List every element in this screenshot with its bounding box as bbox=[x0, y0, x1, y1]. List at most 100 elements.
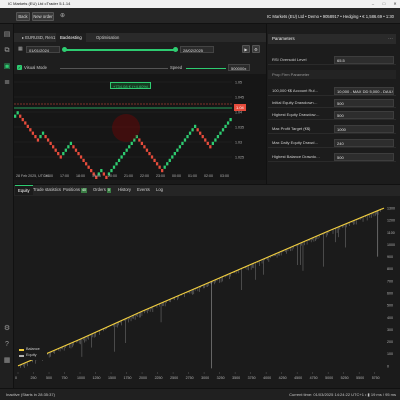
tab-trade-statistics[interactable]: Trade statistics bbox=[30, 185, 64, 195]
renko-brick bbox=[84, 162, 88, 166]
renko-brick bbox=[173, 152, 176, 156]
start-date-field[interactable]: 01/01/2024 bbox=[26, 46, 60, 53]
time-axis-label: 01:00 bbox=[188, 174, 197, 178]
renko-brick bbox=[204, 138, 207, 142]
time-axis-label: 23:00 bbox=[156, 174, 165, 178]
tab-log[interactable]: Log bbox=[153, 185, 166, 195]
param-label: Initial Equity Drawdown… bbox=[272, 100, 318, 105]
tab-positions[interactable]: Positions 40 bbox=[60, 185, 90, 195]
equity-legend-label: Equity bbox=[26, 353, 37, 357]
time-axis-label: 22:00 bbox=[140, 174, 149, 178]
renko-brick bbox=[64, 148, 67, 152]
status-right: Current time: 01/03/2025 14:24:22 UTC+1 … bbox=[289, 392, 396, 397]
x-tick-label: 4250 bbox=[279, 376, 287, 380]
param-value-field[interactable]: 10,000 - MAX DD 5,000 - DAILY DD bbox=[334, 87, 394, 95]
param-label: RSI Oversold Level bbox=[272, 57, 307, 62]
param-label: Highest Equity Drawdow… bbox=[272, 112, 320, 117]
param-value-field[interactable]: 500 bbox=[334, 99, 394, 107]
bot-settings-button[interactable]: ⚙ bbox=[252, 45, 260, 53]
price-axis-label: 1.025 bbox=[235, 156, 244, 160]
y-tick-label: 600 bbox=[387, 291, 393, 295]
date-range-slider-fill[interactable] bbox=[64, 49, 174, 51]
x-tick-label: 500 bbox=[46, 376, 52, 380]
symbol-search-icon[interactable]: ⊕ bbox=[58, 12, 67, 21]
layout-icon[interactable]: ▦ bbox=[2, 356, 12, 366]
param-row: Highest Balance Drawdo… 500 bbox=[268, 152, 396, 162]
x-tick-label: 5500 bbox=[356, 376, 364, 380]
x-tick-label: 1500 bbox=[108, 376, 116, 380]
settings-icon[interactable]: ⚙ bbox=[2, 324, 12, 334]
renko-brick bbox=[29, 128, 32, 132]
date-range-end-handle[interactable] bbox=[173, 47, 178, 52]
renko-brick bbox=[57, 152, 60, 156]
speed-track[interactable] bbox=[60, 68, 168, 69]
instance-tabs: ▸ EURUSD, Ren1 Backtesting Optimisation bbox=[14, 33, 266, 42]
renko-brick bbox=[110, 169, 113, 173]
maximize-icon[interactable]: □ bbox=[379, 0, 389, 8]
analyze-icon[interactable]: ≣ bbox=[2, 78, 12, 88]
tab-history[interactable]: History bbox=[115, 185, 134, 195]
param-row: RSI Oversold Level 65.5 bbox=[268, 55, 396, 65]
renko-brick bbox=[123, 152, 126, 156]
x-tick-label: 3750 bbox=[248, 376, 256, 380]
algo-icon[interactable]: ▣ bbox=[2, 62, 12, 72]
equity-chart[interactable]: 1300 1200 1100 1000 900 800 700 600 500 400 300 200… bbox=[14, 196, 400, 388]
price-axis-label: 1.03 bbox=[235, 141, 242, 145]
renko-brick bbox=[102, 172, 106, 176]
renko-brick bbox=[24, 121, 27, 125]
renko-brick bbox=[52, 145, 55, 149]
y-tick-label: 1000 bbox=[387, 243, 395, 247]
renko-brick bbox=[120, 155, 123, 159]
status-left: Inactive (Starts in 28:35:37) bbox=[6, 392, 55, 397]
new-order-button[interactable]: New order bbox=[32, 12, 54, 21]
tab-symbol[interactable]: ▸ EURUSD, Ren1 bbox=[18, 33, 59, 42]
help-icon[interactable]: ? bbox=[2, 340, 12, 350]
renko-brick bbox=[193, 124, 197, 128]
date-range-start-handle[interactable] bbox=[62, 47, 67, 52]
end-date-field[interactable]: 28/02/2025 bbox=[180, 46, 214, 53]
renko-brick bbox=[188, 131, 192, 135]
minimize-icon[interactable]: – bbox=[368, 0, 378, 8]
renko-brick bbox=[209, 145, 212, 149]
x-tick-label: 1750 bbox=[124, 376, 132, 380]
tab-optimisation[interactable]: Optimisation bbox=[92, 33, 123, 42]
y-tick-label: 300 bbox=[387, 328, 393, 332]
tab-events[interactable]: Events bbox=[134, 185, 153, 195]
balance-legend-label: Balance bbox=[26, 347, 40, 351]
y-tick-label: 800 bbox=[387, 267, 393, 271]
visual-mode-label: Visual Mode bbox=[24, 65, 47, 70]
account-info[interactable]: IC Markets (EU) Ltd • Demo • 9058917 • H… bbox=[267, 12, 394, 21]
renko-brick bbox=[26, 124, 29, 128]
speed-value-field[interactable]: 500000x bbox=[228, 64, 250, 71]
panel-menu-icon[interactable]: ⋯ bbox=[388, 36, 396, 42]
renko-brick bbox=[31, 131, 35, 135]
trade-icon[interactable]: ▤ bbox=[2, 30, 12, 40]
renko-brick bbox=[216, 135, 220, 139]
tab-orders[interactable]: Orders 0 bbox=[90, 185, 114, 195]
param-value-field[interactable]: 240 bbox=[334, 139, 394, 147]
x-tick-label: 3250 bbox=[217, 376, 225, 380]
renko-brick bbox=[191, 128, 194, 132]
renko-brick bbox=[117, 158, 121, 162]
renko-brick bbox=[224, 124, 227, 128]
copy-icon[interactable]: ⧉ bbox=[2, 46, 12, 56]
close-icon[interactable]: ✕ bbox=[390, 0, 400, 8]
renko-brick bbox=[112, 165, 116, 169]
speed-slider[interactable] bbox=[186, 68, 226, 69]
play-button[interactable]: ▶ bbox=[242, 45, 250, 53]
renko-brick bbox=[36, 138, 40, 142]
param-value-field[interactable]: 500 bbox=[334, 153, 394, 161]
param-value-field[interactable]: 500 bbox=[334, 111, 394, 119]
renko-brick bbox=[229, 118, 232, 122]
back-button[interactable]: Back bbox=[16, 12, 30, 21]
time-axis-label: 16:00 bbox=[44, 174, 53, 178]
renko-brick bbox=[128, 145, 131, 149]
calendar-icon[interactable]: ▦ bbox=[18, 46, 24, 53]
param-value-field[interactable]: 1000 bbox=[334, 125, 394, 133]
tab-backtesting[interactable]: Backtesting bbox=[56, 33, 86, 42]
visual-mode-checkbox[interactable]: ✓ bbox=[17, 65, 22, 70]
param-label: 100,000 €$ Account Rul… bbox=[272, 88, 319, 93]
param-value-field[interactable]: 65.5 bbox=[334, 56, 394, 64]
equity-chart-canvas[interactable]: 1300120011001000900800700600500400300200… bbox=[14, 196, 400, 388]
x-tick-label: 2000 bbox=[139, 376, 147, 380]
